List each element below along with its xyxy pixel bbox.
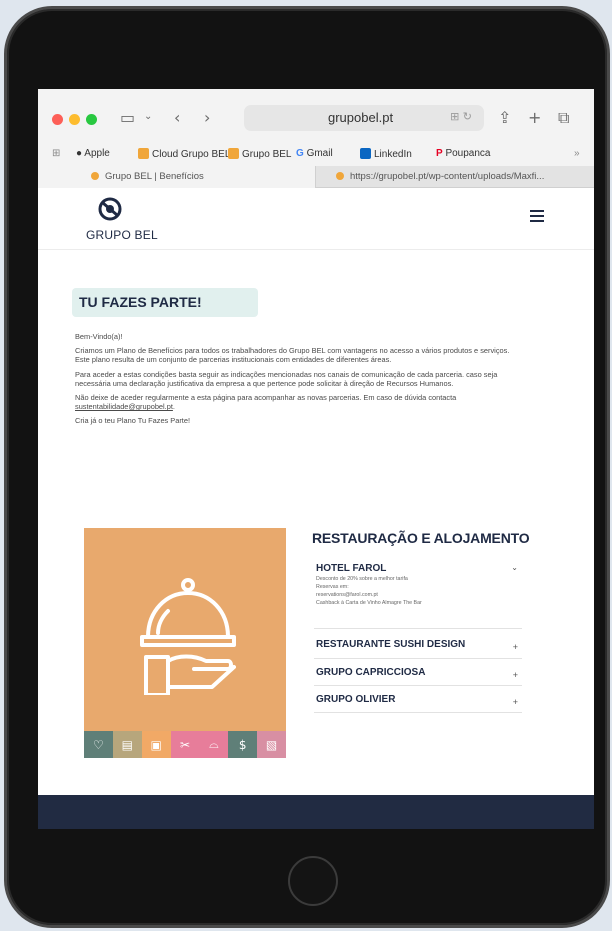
accordion-title: RESTAURANTE SUSHI DESIGN xyxy=(316,639,466,650)
address-bar[interactable]: grupobel.pt ⊞ ↻ xyxy=(244,105,484,131)
forward-icon[interactable]: › xyxy=(204,108,210,127)
accordion-item: GRUPO CAPRICCIOSA + xyxy=(314,659,522,686)
page-title: TU FAZES PARTE! xyxy=(79,294,202,310)
detail-line: Cashback à Carta de Vinho Almagre The Ba… xyxy=(316,599,422,606)
health-icon[interactable]: ♡ xyxy=(84,731,113,758)
accordion-olivier[interactable]: GRUPO OLIVIER + xyxy=(314,686,522,713)
site-header: GRUPO BEL xyxy=(38,188,594,250)
menu-icon[interactable] xyxy=(530,210,544,225)
cloche-icon xyxy=(140,578,236,695)
expand-icon[interactable]: + xyxy=(513,697,518,707)
google-icon: G xyxy=(296,148,304,159)
logo-text: GRUPO BEL xyxy=(86,228,158,242)
new-tab-icon[interactable]: + xyxy=(528,108,541,127)
tab-pdf[interactable]: https://grupobel.pt/wp-content/uploads/M… xyxy=(316,166,594,188)
category-icon-strip: ♡ ▤ ▣ ✂ ⌓ $ ▧ xyxy=(84,731,287,758)
favorite-grupo-bel[interactable]: Grupo BEL xyxy=(228,148,291,160)
favorite-apple[interactable]: ● Apple xyxy=(76,148,110,159)
accordion-body: Desconto de 20% sobre a melhor tarifa Re… xyxy=(314,574,522,614)
tab-beneficios[interactable]: Grupo BEL | Benefícios xyxy=(38,166,316,188)
favorite-linkedin[interactable]: LinkedIn xyxy=(360,148,412,160)
minimize-window-button[interactable] xyxy=(69,114,80,125)
tab-bar: Grupo BEL | Benefícios https://grupobel.… xyxy=(38,166,594,188)
intro-paragraph-4: Cria já o teu Plano Tu Fazes Parte! xyxy=(75,416,191,426)
favorite-gmail[interactable]: G Gmail xyxy=(296,148,333,159)
share-icon[interactable]: ⇪ xyxy=(498,108,511,127)
category-image: ♡ ▤ ▣ ✂ ⌓ $ ▧ xyxy=(84,528,287,758)
detail-line: reservations@farol.com.pt xyxy=(316,591,378,598)
intro-paragraph-3: Não deixe de aceder regularmente a esta … xyxy=(75,393,457,412)
intro-text: Bem-Vindo(a)! Criamos um Plano de Benefí… xyxy=(75,332,521,431)
intro-paragraph-1: Criamos um Plano de Benefícios para todo… xyxy=(75,346,510,365)
chevron-down-icon[interactable]: ⌄ xyxy=(511,563,518,572)
education-icon[interactable]: ▤ xyxy=(112,731,142,758)
sidebar-icon[interactable]: ▭ xyxy=(120,108,135,127)
favorite-poupanca[interactable]: P Poupanca xyxy=(436,148,491,159)
grupo-bel-logo-icon[interactable] xyxy=(98,197,122,223)
restaurant-icon[interactable]: ⌓ xyxy=(199,731,229,758)
contact-email-link[interactable]: sustentabilidade@grupobel.pt xyxy=(75,402,173,411)
section-title: RESTAURAÇÃO E ALOJAMENTO xyxy=(312,530,530,546)
greeting: Bem-Vindo(a)! xyxy=(75,332,123,341)
site-footer xyxy=(38,795,594,829)
close-window-button[interactable] xyxy=(52,114,63,125)
beauty-icon[interactable]: ✂ xyxy=(170,731,200,758)
accordion-item: HOTEL FAROL ⌄ Desconto de 20% sobre a me… xyxy=(314,563,522,629)
accordion-item: GRUPO OLIVIER + xyxy=(314,686,522,713)
grid-icon[interactable]: ⊞ xyxy=(52,148,60,159)
browser-toolbar: ▭ ⌄ ‹ › grupobel.pt ⊞ ↻ ⇪ + ⧉ xyxy=(38,89,594,144)
expand-icon[interactable]: + xyxy=(513,642,518,652)
detail-line: Reservas em: xyxy=(316,583,349,590)
url-text: grupobel.pt xyxy=(328,110,394,125)
accordion-title: GRUPO CAPRICCIOSA xyxy=(316,667,426,678)
pinterest-icon: P xyxy=(436,148,443,159)
grupo-bel-icon xyxy=(91,172,99,180)
accordion-hotel-farol[interactable]: HOTEL FAROL ⌄ Desconto de 20% sobre a me… xyxy=(314,563,522,629)
more-favorites-icon[interactable]: » xyxy=(574,148,580,159)
accordion-title: GRUPO OLIVIER xyxy=(316,694,396,705)
favorite-cloud-grupo-bel[interactable]: Cloud Grupo BEL xyxy=(138,148,230,160)
page-banner: TU FAZES PARTE! xyxy=(72,288,258,317)
browser-window: ▭ ⌄ ‹ › grupobel.pt ⊞ ↻ ⇪ + ⧉ ⊞ ● Apple … xyxy=(38,89,594,829)
hotel-icon[interactable]: ▣ xyxy=(141,731,171,758)
apple-icon: ● xyxy=(76,148,83,159)
gift-icon[interactable]: ▧ xyxy=(257,731,287,758)
favorites-bar: ⊞ ● Apple Cloud Grupo BEL Grupo BEL G Gm… xyxy=(38,144,594,166)
detail-line: Desconto de 20% sobre a melhor tarifa xyxy=(316,576,408,582)
grupo-bel-icon xyxy=(138,148,149,159)
home-button[interactable] xyxy=(288,856,338,906)
zoom-window-button[interactable] xyxy=(86,114,97,125)
sidebar-chevron-icon[interactable]: ⌄ xyxy=(144,111,152,122)
accordion-sushi-design[interactable]: RESTAURANTE SUSHI DESIGN + xyxy=(314,631,522,659)
accordion-title: HOTEL FAROL xyxy=(316,563,387,574)
grupo-bel-icon xyxy=(228,148,239,159)
back-icon[interactable]: ‹ xyxy=(174,108,180,127)
finance-icon[interactable]: $ xyxy=(228,731,258,758)
accordion-capricciosa[interactable]: GRUPO CAPRICCIOSA + xyxy=(314,659,522,686)
linkedin-icon xyxy=(360,148,371,159)
grupo-bel-icon xyxy=(336,172,344,180)
tab-overview-icon[interactable]: ⧉ xyxy=(558,108,569,128)
reload-icon[interactable]: ⊞ ↻ xyxy=(450,110,472,123)
accordion-item: RESTAURANTE SUSHI DESIGN + xyxy=(314,631,522,659)
expand-icon[interactable]: + xyxy=(513,670,518,680)
intro-paragraph-2: Para aceder a estas condições basta segu… xyxy=(75,369,498,388)
